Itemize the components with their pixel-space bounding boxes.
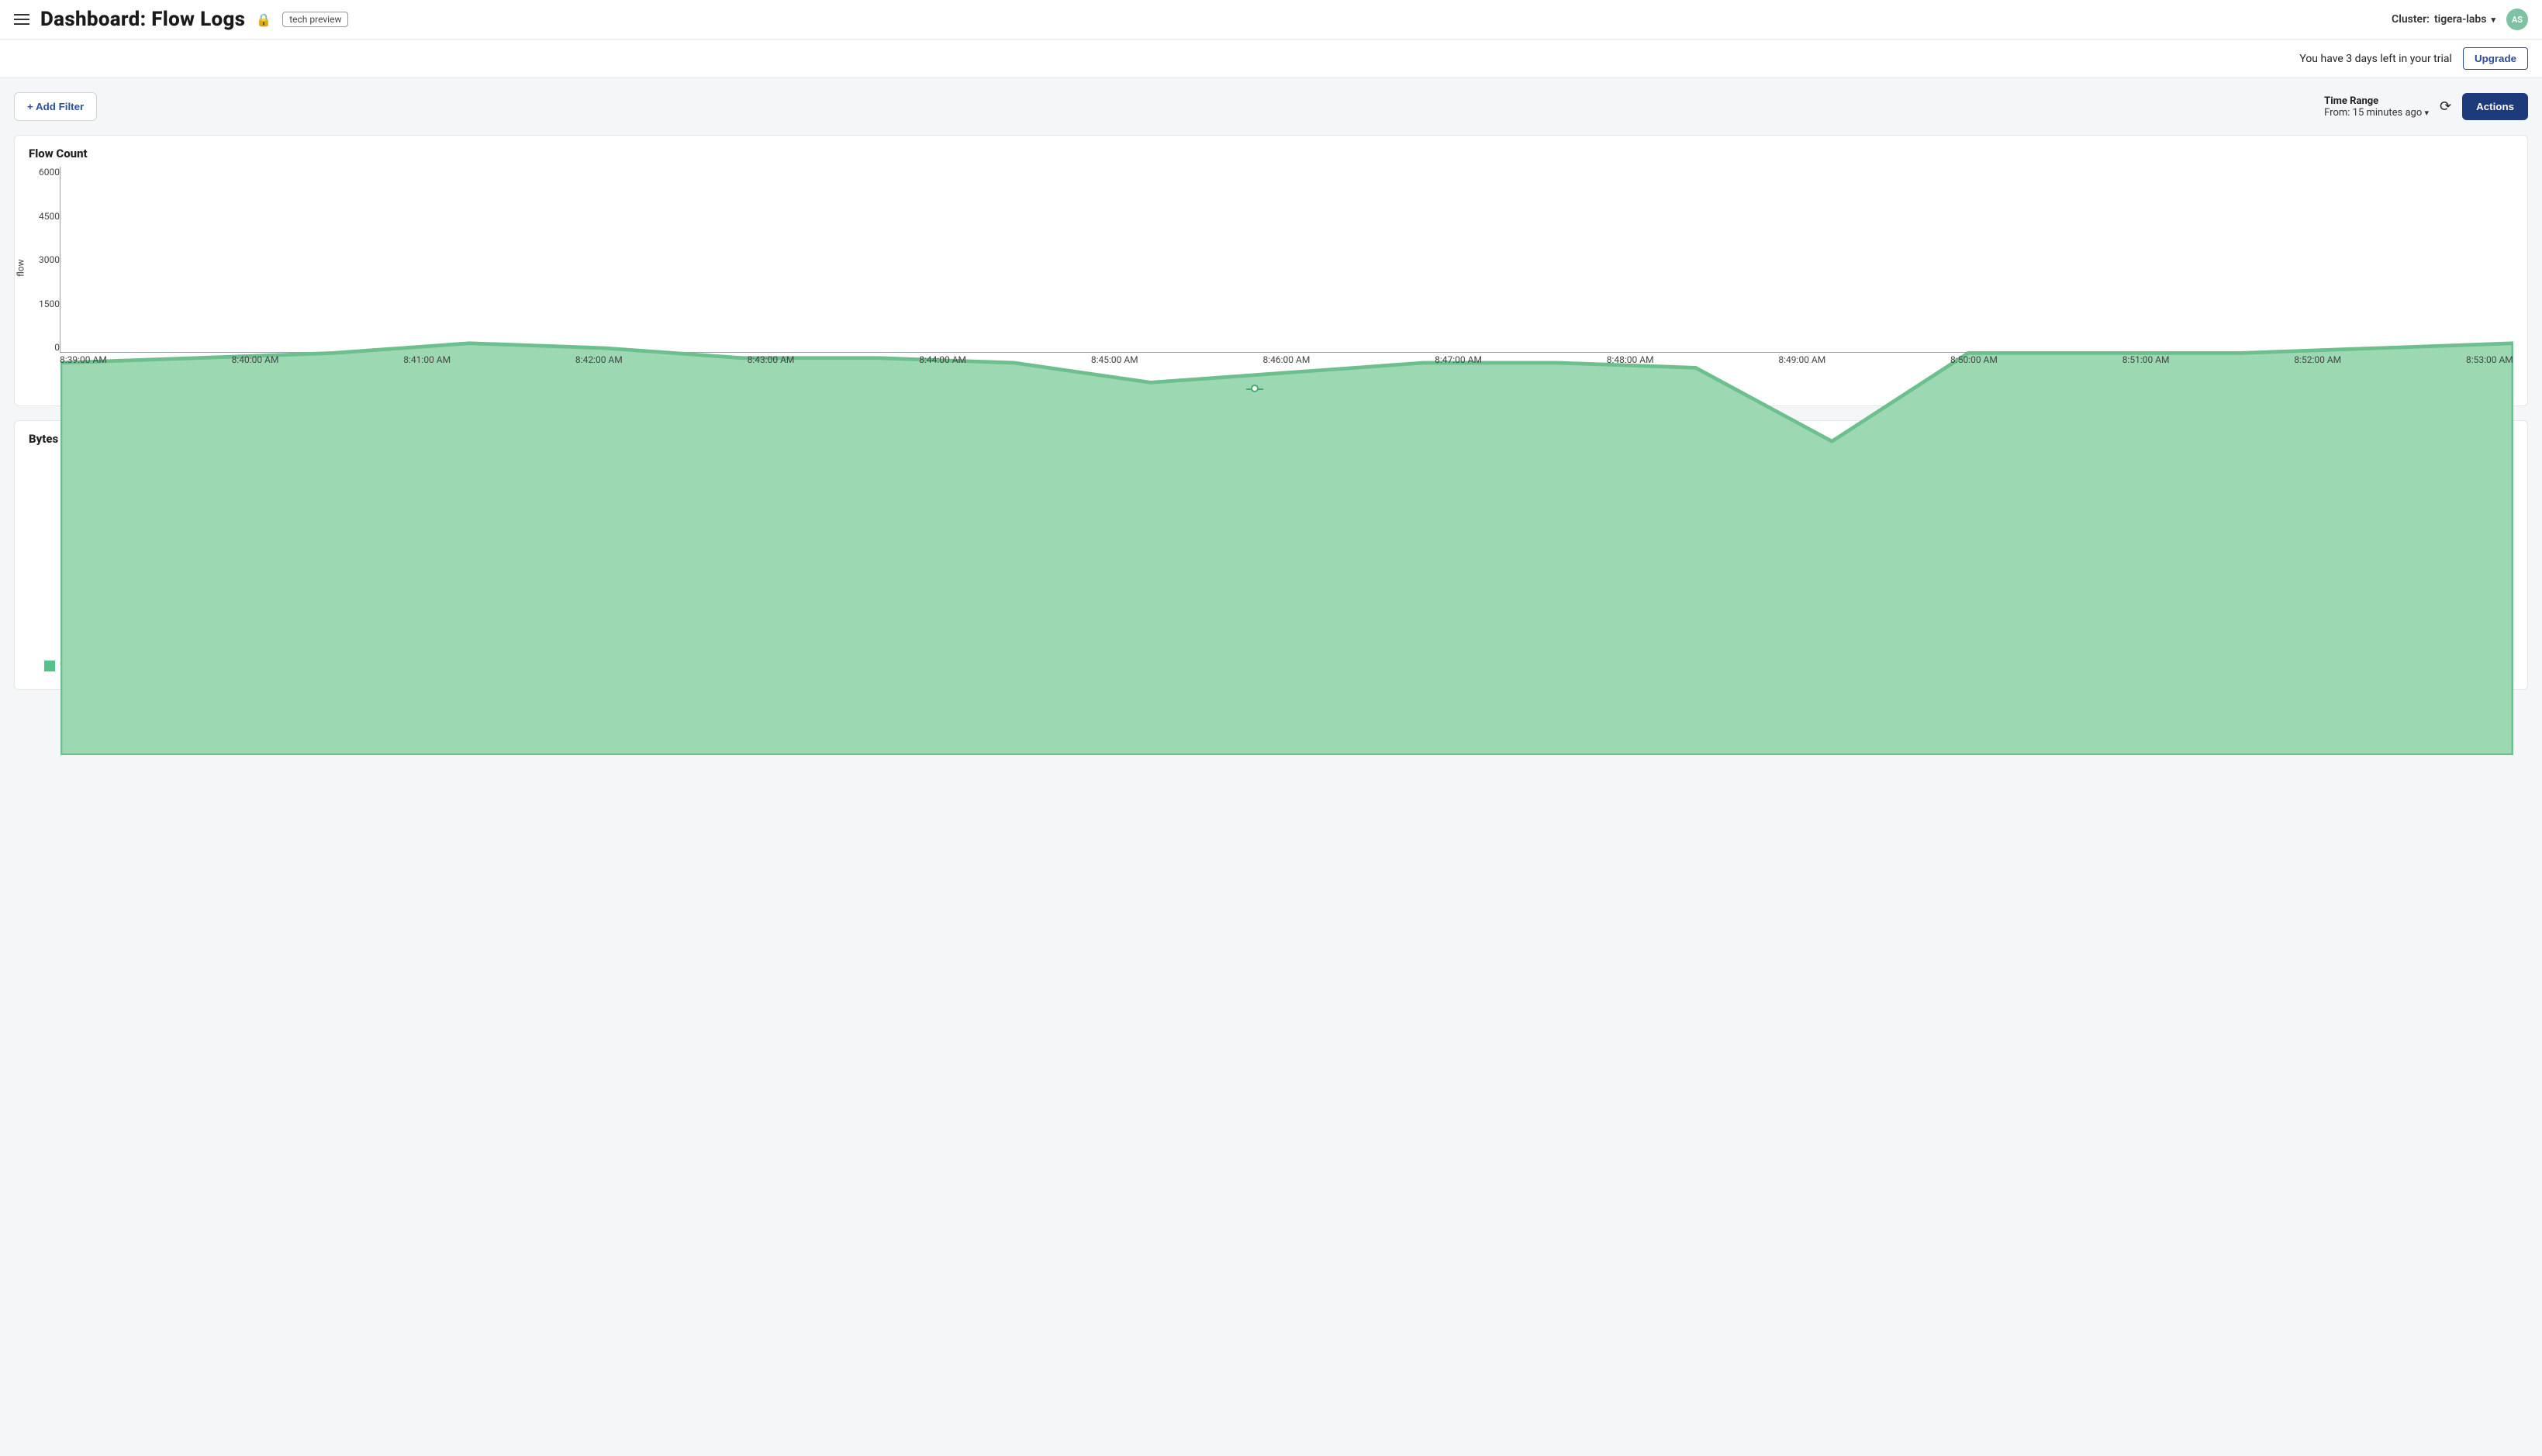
- x-tick: 8:44:00 AM: [919, 354, 966, 376]
- flow-area-svg: [60, 167, 2513, 755]
- cluster-value: tigera-labs: [2434, 13, 2487, 26]
- flow-plot-area: [60, 167, 2513, 353]
- y-tick: 6000: [39, 167, 60, 178]
- x-tick: 8:42:00 AM: [575, 354, 623, 376]
- flow-count-card: Flow Count flow 60004500300015000 8:39:0…: [14, 135, 2528, 406]
- add-filter-button[interactable]: + Add Filter: [14, 92, 97, 121]
- x-tick: 8:45:00 AM: [1091, 354, 1138, 376]
- y-tick: 3000: [39, 254, 60, 265]
- hamburger-menu-icon[interactable]: [14, 14, 29, 25]
- x-tick: 8:46:00 AM: [1262, 354, 1310, 376]
- x-axis: 8:39:00 AM 8:40:00 AM 8:41:00 AM 8:42:00 AM…: [60, 354, 2513, 376]
- trial-message: You have 3 days left in your trial: [2299, 53, 2452, 65]
- x-tick: 8:49:00 AM: [1778, 354, 1825, 376]
- tech-preview-badge: tech preview: [282, 12, 348, 27]
- actions-button[interactable]: Actions: [2462, 93, 2528, 120]
- lock-icon: 🔒: [256, 12, 271, 27]
- trial-bar: You have 3 days left in your trial Upgra…: [0, 40, 2542, 78]
- user-avatar[interactable]: AS: [2506, 9, 2528, 30]
- upgrade-button[interactable]: Upgrade: [2463, 47, 2528, 70]
- x-tick: 8:43:00 AM: [748, 354, 795, 376]
- x-tick: 8:53:00 AM: [2466, 354, 2513, 376]
- toolbar-right: Time Range From: 15 minutes ago ▾ ⟳ Acti…: [2324, 93, 2528, 120]
- y-tick: 1500: [39, 298, 60, 309]
- time-range-value: From: 15 minutes ago ▾: [2324, 107, 2429, 119]
- chevron-down-icon: ▾: [2491, 15, 2495, 25]
- toolbar: + Add Filter Time Range From: 15 minutes…: [0, 78, 2542, 135]
- x-tick: 8:48:00 AM: [1607, 354, 1654, 376]
- flow-count-title: Flow Count: [29, 147, 2513, 160]
- y-tick: 0: [54, 342, 60, 353]
- x-tick: 8:50:00 AM: [1950, 354, 1998, 376]
- x-tick: 8:47:00 AM: [1435, 354, 1482, 376]
- header-right: Cluster: tigera-labs ▾ AS: [2392, 9, 2528, 30]
- refresh-icon[interactable]: ⟳: [2440, 98, 2451, 115]
- y-tick: 4500: [39, 211, 60, 222]
- x-tick: 8:40:00 AM: [232, 354, 279, 376]
- flow-count-chart: flow 60004500300015000 8:39:00 AM8:40:00…: [60, 167, 2513, 376]
- x-tick: 8:41:00 AM: [403, 354, 451, 376]
- x-tick: 8:39:00 AM: [60, 354, 107, 376]
- y-axis: 6000 4500 3000 1500 0: [29, 167, 60, 353]
- chevron-down-icon: ▾: [2425, 108, 2430, 118]
- cluster-label: Cluster:: [2392, 13, 2430, 26]
- x-tick: 8:52:00 AM: [2294, 354, 2341, 376]
- legend-swatch: [44, 661, 55, 671]
- app-header: Dashboard: Flow Logs 🔒 tech preview Clus…: [0, 0, 2542, 40]
- time-range-selector[interactable]: Time Range From: 15 minutes ago ▾: [2324, 95, 2429, 119]
- header-left: Dashboard: Flow Logs 🔒 tech preview: [14, 8, 348, 31]
- x-tick: 8:51:00 AM: [2122, 354, 2170, 376]
- y-axis-label: flow: [15, 259, 26, 277]
- page-title: Dashboard: Flow Logs: [40, 8, 245, 31]
- time-range-label: Time Range: [2324, 95, 2429, 107]
- cluster-selector[interactable]: Cluster: tigera-labs ▾: [2392, 13, 2495, 26]
